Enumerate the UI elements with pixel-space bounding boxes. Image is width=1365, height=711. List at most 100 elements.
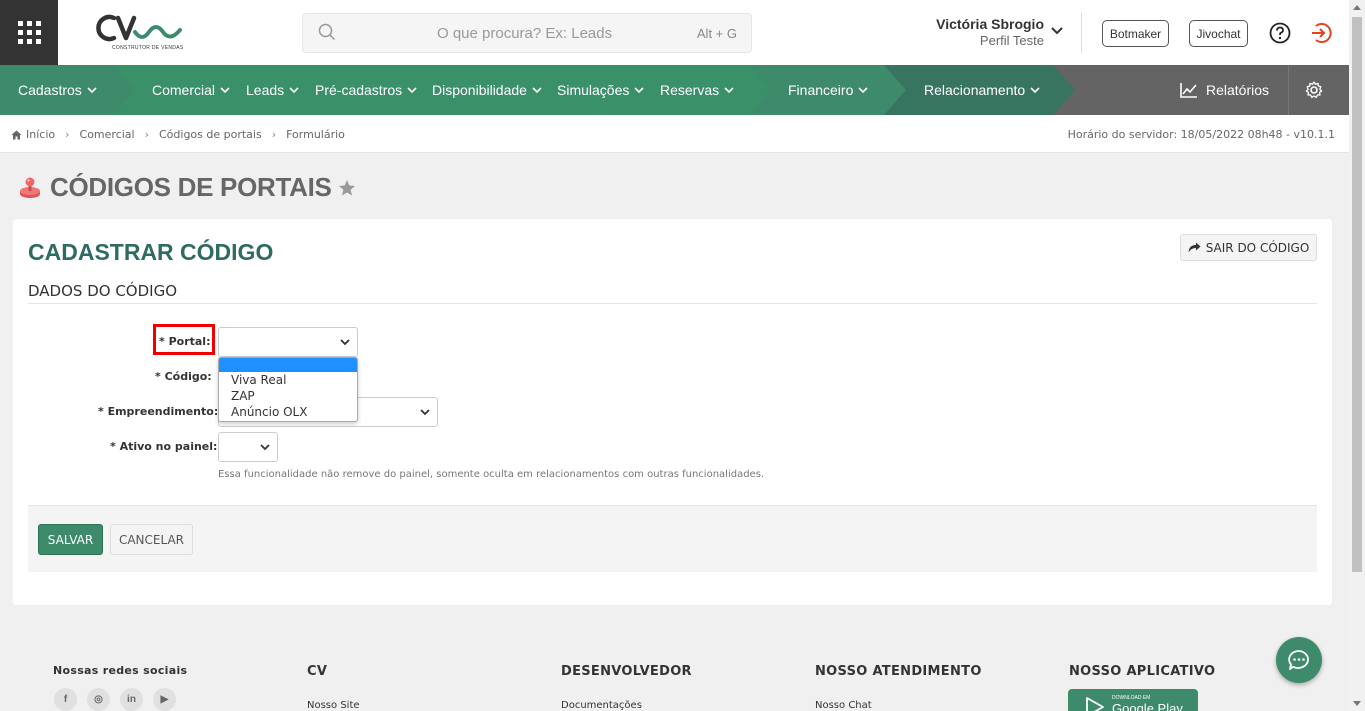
codigo-label: * Código: [155, 370, 212, 383]
search-shortcut: Alt + G [696, 26, 737, 41]
top-header: CONSTRUTOR DE VENDAS O que procura? Ex: … [0, 0, 1349, 65]
youtube-icon[interactable]: ▶ [153, 688, 176, 711]
chevron-down-icon [220, 87, 230, 94]
breadcrumb-separator: › [65, 128, 70, 141]
chevron-down-icon [858, 87, 868, 94]
breadcrumb-separator: › [271, 128, 277, 141]
chat-bubble-icon [1288, 650, 1309, 670]
form-actions: SALVAR CANCELAR [28, 505, 1317, 572]
ativo-help-text: Essa funcionalidade não remove do painel… [218, 469, 765, 480]
footer-app-title: NOSSO APLICATIVO [1069, 664, 1216, 679]
nav-simulacoes-label: Simulações [557, 82, 630, 98]
chevron-down-icon[interactable] [1051, 26, 1063, 36]
footer-support-title: NOSSO ATENDIMENTO [815, 664, 982, 679]
portal-label-highlight [153, 324, 215, 355]
cv-logo-mark [96, 14, 182, 42]
scroll-down-icon[interactable] [1353, 701, 1361, 706]
nav-comercial[interactable]: Comercial [152, 65, 230, 115]
settings-button[interactable] [1305, 65, 1323, 115]
scrollbar-thumb[interactable] [1352, 17, 1362, 572]
user-menu[interactable]: Victória Sbrogio Perfil Teste [910, 16, 1044, 48]
footer-support: NOSSO ATENDIMENTO Nosso Chat [815, 664, 982, 711]
breadcrumb-formulario: Formulário [286, 128, 345, 141]
botmaker-button[interactable]: Botmaker [1102, 20, 1169, 47]
portal-option-olx[interactable]: Anúncio OLX [219, 404, 357, 420]
save-button[interactable]: SALVAR [38, 524, 103, 555]
footer-dev-title: DESENVOLVEDOR [561, 664, 692, 679]
chevron-down-icon [87, 87, 97, 94]
nav-reservas[interactable]: Reservas [660, 65, 734, 115]
footer-cv: CV Nosso Site [307, 664, 360, 711]
chevron-down-icon [724, 87, 734, 94]
cancel-button[interactable]: CANCELAR [110, 524, 193, 555]
breadcrumb: Início › Comercial › Códigos de portais … [11, 128, 345, 141]
footer-site-link[interactable]: Nosso Site [307, 700, 360, 711]
grid-icon [17, 21, 41, 44]
ativo-select[interactable] [218, 432, 278, 462]
home-icon [11, 130, 22, 139]
footer-app: NOSSO APLICATIVO [1069, 664, 1215, 679]
logout-icon[interactable] [1310, 22, 1334, 44]
form-heading: CADASTRAR CÓDIGO [28, 239, 274, 265]
nav-relacionamento-label: Relacionamento [924, 82, 1026, 98]
apps-menu-button[interactable] [0, 0, 58, 65]
breadcrumb-bar: Início › Comercial › Códigos de portais … [0, 115, 1349, 153]
section-divider [28, 303, 1317, 304]
user-role: Perfil Teste [979, 33, 1044, 48]
chevron-down-icon [420, 409, 430, 416]
section-title: DADOS DO CÓDIGO [28, 282, 178, 300]
cv-logo[interactable]: CONSTRUTOR DE VENDAS [92, 12, 187, 54]
exit-code-button[interactable]: SAIR DO CÓDIGO [1180, 234, 1317, 261]
chevron-down-icon [340, 339, 350, 346]
nav-simulacoes[interactable]: Simulações [557, 65, 644, 115]
help-icon[interactable] [1269, 22, 1291, 44]
portal-option-empty[interactable] [219, 358, 357, 372]
portal-option-zap[interactable]: ZAP [219, 388, 357, 404]
global-search[interactable]: O que procura? Ex: Leads Alt + G [302, 13, 752, 53]
breadcrumb-comercial[interactable]: Comercial [80, 128, 135, 141]
gear-icon [1305, 81, 1323, 99]
header-divider [1081, 13, 1082, 53]
google-play-badge[interactable]: DOWNLOAD EM Google Play [1068, 689, 1198, 711]
nav-pre-cadastros[interactable]: Pré-cadastros [315, 65, 417, 115]
nav-relacionamento[interactable]: Relacionamento [924, 65, 1040, 115]
joystick-icon [20, 177, 40, 198]
breadcrumb-codigos-portais[interactable]: Códigos de portais [159, 128, 262, 141]
nav-relatorios[interactable]: Relatórios [1180, 65, 1269, 115]
chevron-down-icon [289, 87, 299, 94]
form-card: CADASTRAR CÓDIGO SAIR DO CÓDIGO DADOS DO… [13, 219, 1332, 605]
portal-option-viva-real[interactable]: Viva Real [219, 372, 357, 388]
star-icon[interactable] [338, 179, 356, 197]
chevron-down-icon [260, 444, 270, 451]
nav-cadastros-label: Cadastros [18, 82, 82, 98]
social-links: f ◎ in ▶ [54, 688, 186, 711]
linkedin-icon[interactable]: in [120, 688, 143, 711]
scroll-up-icon[interactable] [1353, 5, 1361, 10]
footer-social-title: Nossas redes sociais [53, 664, 188, 677]
facebook-icon[interactable]: f [54, 688, 77, 711]
chevron-down-icon [532, 87, 542, 94]
portal-select[interactable] [218, 327, 358, 357]
nav-leads[interactable]: Leads [246, 65, 299, 115]
footer-chat-link[interactable]: Nosso Chat [815, 700, 982, 711]
breadcrumb-inicio[interactable]: Início [26, 128, 55, 141]
nav-divider [1288, 65, 1289, 115]
instagram-icon[interactable]: ◎ [87, 688, 110, 711]
chevron-down-icon [1030, 87, 1040, 94]
jivochat-button[interactable]: Jivochat [1189, 20, 1248, 47]
chat-button[interactable] [1276, 637, 1322, 683]
nav-disponibilidade[interactable]: Disponibilidade [432, 65, 542, 115]
page-scrollbar[interactable] [1349, 0, 1365, 711]
exit-code-label: SAIR DO CÓDIGO [1205, 240, 1310, 255]
search-placeholder: O que procura? Ex: Leads [437, 25, 613, 42]
footer-social: Nossas redes sociais [53, 664, 187, 677]
nav-relatorios-label: Relatórios [1206, 82, 1270, 98]
user-name: Victória Sbrogio [936, 16, 1044, 32]
nav-financeiro[interactable]: Financeiro [788, 65, 868, 115]
footer-docs-link[interactable]: Documentações [561, 700, 692, 711]
chart-line-icon [1180, 83, 1197, 98]
nav-cadastros[interactable]: Cadastros [18, 65, 97, 115]
breadcrumb-separator: › [144, 128, 149, 141]
server-time: Horário do servidor: 18/05/2022 08h48 - … [1067, 128, 1335, 141]
search-icon [318, 23, 336, 41]
